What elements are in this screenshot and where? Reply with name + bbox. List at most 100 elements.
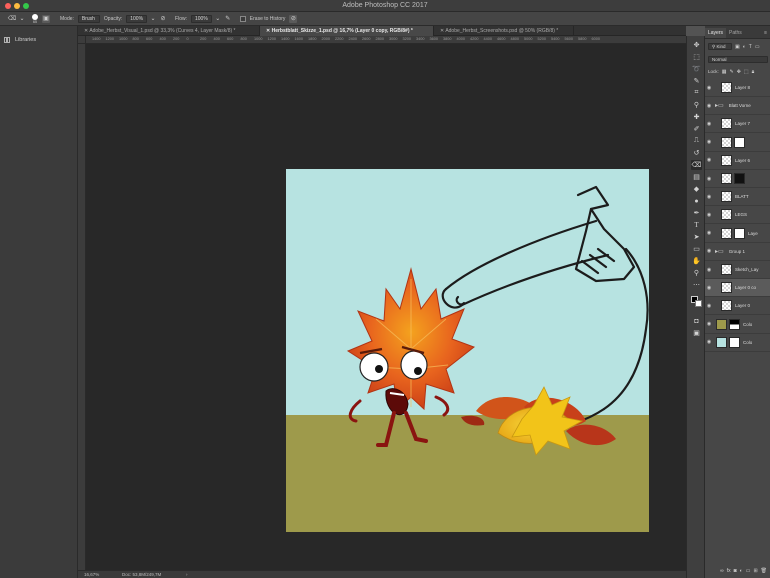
layer-row[interactable]: ◉ ▸▭ Blatt Vorne [705, 97, 770, 116]
pressure-opacity-icon[interactable]: ⊘ [159, 15, 167, 23]
zoom-tool-icon[interactable]: ⚲ [691, 268, 702, 278]
hand-tool-icon[interactable]: ✋ [691, 256, 702, 266]
fx-icon[interactable]: fx [727, 568, 731, 574]
doc-tab-herbstblatt-skizze[interactable]: ✕ Herbstblatt_Skizze_1.psd @ 16,7% (Laye… [260, 26, 434, 36]
group-folder-icon[interactable]: ▸▭ [715, 248, 724, 255]
healing-brush-tool-icon[interactable]: ✚ [691, 112, 702, 122]
lock-all-icon[interactable]: 🔒︎ [752, 69, 755, 75]
layer-row[interactable]: ◉ BLATT [705, 188, 770, 207]
path-select-tool-icon[interactable]: ➤ [691, 232, 702, 242]
layer-mask-thumbnail[interactable] [734, 136, 745, 148]
visibility-eye-icon[interactable]: ◉ [705, 194, 713, 200]
move-tool-icon[interactable]: ✥ [691, 40, 702, 50]
libraries-panel-tab[interactable]: Libraries [4, 37, 36, 43]
lasso-tool-icon[interactable]: ➰ [691, 64, 702, 74]
mode-select[interactable]: Brush [77, 14, 100, 23]
new-layer-icon[interactable]: ⊞ [753, 568, 757, 574]
layer-row[interactable]: ◉ Layer 8 [705, 79, 770, 97]
folder-icon[interactable]: ▭ [746, 568, 751, 574]
visibility-eye-icon[interactable]: ◉ [705, 303, 713, 309]
filter-pixel-icon[interactable]: ▣ [735, 44, 740, 50]
brush-panel-icon[interactable]: ▣ [42, 14, 50, 23]
zoom-readout[interactable]: 16,67% [84, 572, 99, 577]
filter-shape-icon[interactable]: ▭ [755, 44, 760, 50]
lock-artboard-icon[interactable]: ⬚ [744, 69, 749, 75]
visibility-eye-icon[interactable]: ◉ [705, 212, 713, 218]
dodge-tool-icon[interactable]: ● [691, 196, 702, 206]
layer-row[interactable]: ◉ Sketch_Lay [705, 261, 770, 279]
layer-row[interactable]: ◉ Laye [705, 225, 770, 243]
color-swatches[interactable] [691, 296, 703, 308]
ruler-origin[interactable] [78, 36, 86, 44]
brush-preset-picker[interactable]: 65 [32, 13, 38, 24]
layer-row[interactable]: ◉ Colo [705, 334, 770, 352]
eraser-tool-icon[interactable]: ⌫ [8, 15, 16, 23]
visibility-eye-icon[interactable]: ◉ [705, 321, 713, 327]
visibility-eye-icon[interactable]: ◉ [705, 157, 713, 163]
layer-row[interactable]: ◉ LEGS [705, 206, 770, 225]
layer-row[interactable]: ◉ Layer 0 co [705, 279, 770, 298]
shape-tool-icon[interactable]: ▭ [691, 244, 702, 254]
type-tool-icon[interactable]: T [691, 220, 702, 230]
tab-layers[interactable]: Layers [705, 28, 727, 38]
background-color-swatch[interactable] [695, 300, 702, 307]
adjustment-icon[interactable]: ◐ [740, 568, 743, 574]
quick-mask-icon[interactable]: ◘ [691, 316, 702, 326]
marquee-tool-icon[interactable]: ⬚ [691, 52, 702, 62]
layer-row[interactable]: ◉ [705, 134, 770, 152]
flow-chevron-icon[interactable]: ⌄ [215, 15, 220, 23]
tab-paths[interactable]: Paths [726, 28, 745, 38]
opacity-chevron-icon[interactable]: ⌄ [151, 15, 156, 23]
layer-row[interactable]: ◉ [705, 170, 770, 188]
visibility-eye-icon[interactable]: ◉ [705, 176, 713, 182]
lock-position-icon[interactable]: ✥ [737, 69, 741, 75]
visibility-eye-icon[interactable]: ◉ [705, 139, 713, 145]
doc-tab-herbst-screenshots[interactable]: ✕ Adobe_Herbst_Screenshots.psd @ 50% (RG… [434, 26, 574, 36]
history-brush-tool-icon[interactable]: ↺ [691, 148, 702, 158]
horizontal-ruler[interactable]: 1400 1200 1000 800 600 400 200 0 200 400 600 800 100… [86, 36, 686, 44]
lock-pixels-icon[interactable]: ✎ [730, 69, 734, 75]
layer-mask-thumbnail[interactable] [734, 227, 745, 239]
visibility-eye-icon[interactable]: ◉ [705, 267, 713, 273]
visibility-eye-icon[interactable]: ◉ [705, 121, 713, 127]
lock-transparency-icon[interactable]: ▦ [722, 69, 727, 75]
vertical-ruler[interactable] [78, 44, 86, 570]
filter-type-icon[interactable]: T [749, 44, 752, 50]
eraser-tool-icon[interactable]: ⌫ [691, 160, 702, 170]
layer-mask-thumbnail[interactable] [729, 336, 740, 348]
tool-preset-chevron-icon[interactable]: ⌄ [19, 15, 24, 23]
layer-row[interactable]: ◉ Colo [705, 316, 770, 334]
canvas-area[interactable] [86, 44, 686, 570]
pen-tool-icon[interactable]: ✒ [691, 208, 702, 218]
visibility-eye-icon[interactable]: ◉ [705, 339, 713, 345]
doc-tab-herbst-visual[interactable]: ✕ Adobe_Herbst_Visual_1.psd @ 33,3% (Cur… [78, 26, 260, 36]
erase-history-checkbox[interactable] [239, 15, 246, 22]
eyedropper-tool-icon[interactable]: ⚲ [691, 100, 702, 110]
layer-row[interactable]: ◉ Layer 0 [705, 297, 770, 316]
layer-mask-thumbnail[interactable] [729, 318, 740, 330]
layer-row[interactable]: ◉ Layer 7 [705, 115, 770, 134]
visibility-eye-icon[interactable]: ◉ [705, 85, 713, 91]
mask-icon[interactable]: ◙ [734, 568, 737, 574]
visibility-eye-icon[interactable]: ◉ [705, 230, 713, 236]
visibility-eye-icon[interactable]: ◉ [705, 285, 713, 291]
trash-icon[interactable]: 🗑︎ [761, 568, 767, 574]
crop-tool-icon[interactable]: ⌗ [691, 88, 702, 98]
document-canvas[interactable] [286, 169, 649, 532]
status-menu-icon[interactable]: › [186, 572, 188, 577]
gradient-tool-icon[interactable]: ▤ [691, 172, 702, 182]
blur-tool-icon[interactable]: ◆ [691, 184, 702, 194]
layer-row[interactable]: ◉ Layer 6 [705, 152, 770, 170]
panel-menu-icon[interactable]: ≡ [761, 28, 770, 38]
more-tools-icon[interactable]: ⋯ [691, 280, 702, 290]
airbrush-icon[interactable]: ✎ [224, 15, 232, 23]
clone-stamp-tool-icon[interactable]: ⎍ [691, 136, 702, 146]
flow-field[interactable]: 100% [191, 14, 212, 23]
filter-adjust-icon[interactable]: ◐ [743, 44, 746, 50]
brush-tool-icon[interactable]: ✐ [691, 124, 702, 134]
layer-filter-select[interactable]: ⚲ Kind [708, 43, 732, 50]
group-folder-icon[interactable]: ▸▭ [715, 102, 724, 109]
opacity-field[interactable]: 100% [126, 14, 148, 23]
pressure-size-icon[interactable]: ⊘ [289, 14, 298, 23]
blend-mode-select[interactable]: Normal [708, 56, 768, 63]
